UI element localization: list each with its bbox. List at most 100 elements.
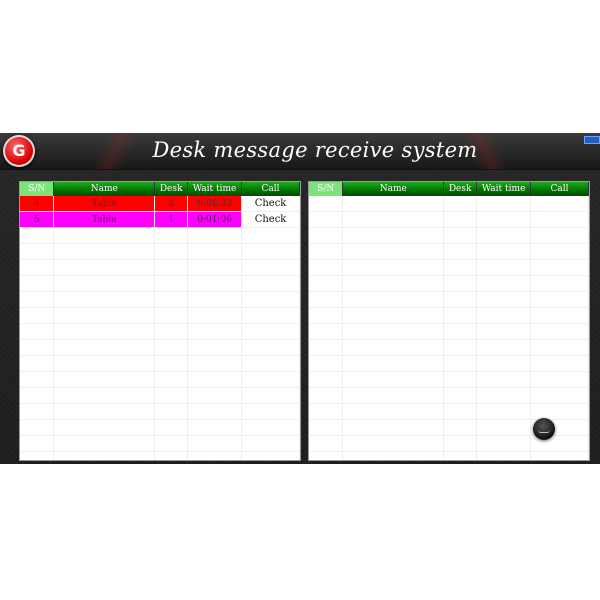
check-button[interactable]: Check: [241, 211, 300, 228]
empty-row: [309, 196, 589, 212]
empty-cell: [187, 291, 243, 308]
column-header-desk[interactable]: Desk: [443, 182, 478, 196]
empty-cell: [342, 403, 445, 420]
empty-cell: [154, 243, 189, 260]
column-header-sn[interactable]: S/N: [20, 182, 55, 196]
empty-cell: [443, 419, 478, 436]
empty-cell: [187, 451, 243, 460]
empty-cell: [342, 227, 445, 244]
empty-cell: [20, 355, 55, 372]
empty-cell: [476, 196, 532, 212]
minimize-button[interactable]: [584, 136, 600, 144]
title-bar: G Desk message receive system: [0, 133, 600, 170]
empty-cell: [443, 259, 478, 276]
cell-sn: 5: [20, 211, 55, 228]
empty-cell: [154, 419, 189, 436]
empty-row: [20, 435, 300, 452]
floating-action-button[interactable]: [533, 418, 555, 440]
empty-cell: [241, 403, 300, 420]
empty-cell: [20, 339, 55, 356]
empty-cell: [309, 227, 344, 244]
empty-cell: [530, 243, 589, 260]
empty-cell: [443, 307, 478, 324]
empty-cell: [53, 371, 156, 388]
empty-cell: [530, 307, 589, 324]
empty-cell: [476, 227, 532, 244]
empty-cell: [187, 339, 243, 356]
empty-cell: [154, 355, 189, 372]
empty-cell: [530, 275, 589, 292]
empty-cell: [154, 259, 189, 276]
empty-row: [20, 243, 300, 260]
check-button[interactable]: Check: [241, 196, 300, 212]
column-header-desk[interactable]: Desk: [154, 182, 189, 196]
empty-cell: [443, 339, 478, 356]
cell-wait-time: 0:08:33: [187, 196, 243, 212]
empty-cell: [342, 243, 445, 260]
column-header-wait-time[interactable]: Wait time: [187, 182, 243, 196]
empty-cell: [443, 403, 478, 420]
empty-cell: [20, 387, 55, 404]
empty-cell: [187, 259, 243, 276]
empty-cell: [241, 259, 300, 276]
empty-cell: [476, 435, 532, 452]
empty-row: [20, 451, 300, 460]
empty-cell: [530, 323, 589, 340]
empty-cell: [53, 323, 156, 340]
column-header-name[interactable]: Name: [342, 182, 445, 196]
column-header-call[interactable]: Call: [530, 182, 589, 196]
empty-cell: [342, 339, 445, 356]
empty-cell: [53, 275, 156, 292]
empty-cell: [154, 435, 189, 452]
empty-cell: [443, 211, 478, 228]
empty-cell: [241, 291, 300, 308]
empty-row: [20, 387, 300, 404]
empty-cell: [154, 307, 189, 324]
empty-cell: [241, 387, 300, 404]
empty-cell: [53, 291, 156, 308]
empty-row: [309, 259, 589, 276]
table-row[interactable]: 5 Table 1 0:01:06 Check: [20, 211, 300, 228]
empty-row: [20, 259, 300, 276]
empty-cell: [476, 259, 532, 276]
table-row[interactable]: 4 Table 2 0:08:33 Check: [20, 196, 300, 212]
empty-cell: [476, 275, 532, 292]
empty-cell: [342, 211, 445, 228]
empty-cell: [53, 307, 156, 324]
app-window: G Desk message receive system S/N Name D…: [0, 133, 600, 464]
empty-cell: [476, 243, 532, 260]
empty-cell: [342, 259, 445, 276]
empty-cell: [20, 227, 55, 244]
empty-cell: [187, 275, 243, 292]
column-header-call[interactable]: Call: [241, 182, 300, 196]
empty-cell: [476, 451, 532, 460]
empty-cell: [187, 403, 243, 420]
empty-cell: [154, 387, 189, 404]
column-header-sn[interactable]: S/N: [309, 182, 344, 196]
empty-cell: [443, 275, 478, 292]
empty-cell: [20, 307, 55, 324]
empty-cell: [476, 307, 532, 324]
empty-cell: [53, 451, 156, 460]
empty-cell: [443, 355, 478, 372]
empty-cell: [241, 419, 300, 436]
empty-cell: [530, 196, 589, 212]
empty-cell: [530, 291, 589, 308]
empty-cell: [154, 275, 189, 292]
empty-cell: [187, 227, 243, 244]
column-header-wait-time[interactable]: Wait time: [476, 182, 532, 196]
empty-row: [20, 371, 300, 388]
column-header-name[interactable]: Name: [53, 182, 156, 196]
empty-cell: [20, 419, 55, 436]
empty-cell: [342, 419, 445, 436]
empty-cell: [309, 211, 344, 228]
cell-desk: 2: [154, 196, 189, 212]
empty-cell: [309, 387, 344, 404]
empty-cell: [53, 387, 156, 404]
empty-cell: [187, 419, 243, 436]
empty-cell: [241, 355, 300, 372]
empty-cell: [443, 196, 478, 212]
empty-cell: [443, 387, 478, 404]
empty-row: [20, 275, 300, 292]
empty-cell: [309, 419, 344, 436]
